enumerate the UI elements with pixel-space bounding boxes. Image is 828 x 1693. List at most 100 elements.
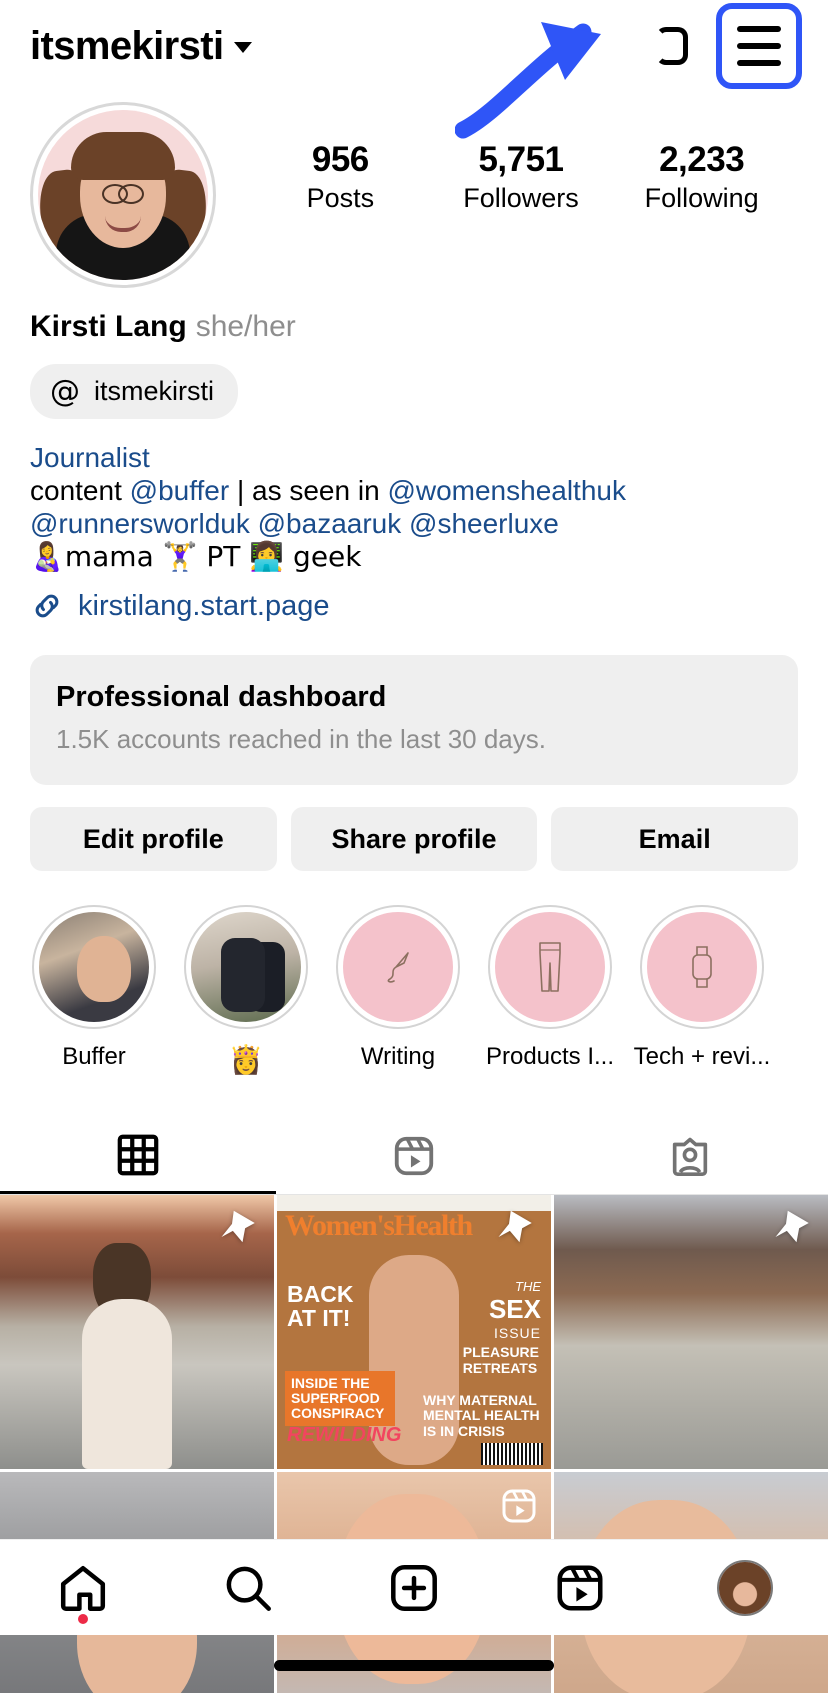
nav-reels[interactable] [535, 1550, 625, 1626]
following-label: Following [644, 183, 759, 214]
nav-create[interactable] [369, 1550, 459, 1626]
home-notification-badge [77, 1613, 88, 1624]
hamburger-menu-button[interactable] [716, 3, 802, 89]
highlight-label: Products I... [485, 1043, 615, 1071]
top-bar: itsmekirsti [0, 0, 828, 139]
posts-count: 956 [311, 140, 369, 179]
post-womens-health-cover[interactable]: Women'sHealth BACK AT IT! THE SEX ISSUE P… [277, 1195, 551, 1470]
avatar-icon [717, 1559, 774, 1616]
pinned-icon [498, 1210, 532, 1243]
tab-tagged[interactable] [552, 1118, 828, 1194]
pronouns: she/her [195, 310, 296, 343]
magazine-pleasure: PLEASURE RETREATS [462, 1344, 539, 1376]
mention-womenshealthuk[interactable]: @womenshealthuk [387, 475, 626, 506]
highlight-princess[interactable]: 👸 [170, 905, 322, 1076]
watch-icon [692, 946, 712, 988]
highlight-tech[interactable]: Tech + revi... [626, 905, 778, 1076]
dashboard-subtitle: 1.5K accounts reached in the last 30 day… [56, 724, 546, 755]
dashboard-title: Professional dashboard [56, 681, 387, 714]
highlight-label: 👸 [228, 1043, 264, 1077]
magazine-superfood: INSIDE THE SUPERFOOD CONSPIRACY [285, 1371, 395, 1427]
reels-icon [557, 1565, 603, 1610]
mag-issue: ISSUE [493, 1325, 541, 1342]
pinned-icon [221, 1210, 255, 1243]
magazine-barcode [481, 1443, 543, 1466]
tagged-icon [672, 1137, 708, 1177]
post-couple-beach[interactable] [554, 1195, 828, 1470]
story-highlights: Buffer 👸 Writing Products I... Tech + re… [0, 905, 828, 1076]
threads-badge-icon[interactable] [648, 21, 694, 71]
avatar[interactable] [30, 102, 216, 288]
highlight-label: Tech + revi... [633, 1043, 771, 1071]
external-link-row[interactable]: kirstilang.start.page [30, 589, 798, 623]
nav-profile[interactable] [700, 1550, 790, 1626]
highlight-label: Writing [360, 1043, 436, 1071]
bio-line-2: content @buffer | as seen in @womensheal… [30, 474, 798, 507]
account-username: itsmekirsti [30, 23, 224, 68]
mag-sex: SEX [488, 1294, 541, 1325]
followers-label: Followers [463, 183, 579, 214]
top-bar-actions [648, 3, 806, 89]
display-name: Kirsti Lang [30, 310, 187, 343]
menu-line-2 [737, 43, 781, 49]
bio-category[interactable]: Journalist [30, 441, 798, 474]
reels-icon [394, 1136, 434, 1176]
threads-chip[interactable]: @ itsmekirsti [30, 364, 238, 419]
threads-handle: itsmekirsti [94, 376, 214, 406]
professional-dashboard-card[interactable]: Professional dashboard 1.5K accounts rea… [30, 655, 798, 786]
magazine-rewilding: REWILDING [287, 1424, 402, 1447]
bio-line2-pre: content [30, 475, 130, 507]
profile-stats: 956 Posts 5,751 Followers 2,233 Followin… [216, 102, 798, 214]
display-name-row: Kirsti Lang she/her [30, 310, 798, 344]
bottom-navigation [0, 1539, 828, 1635]
nav-home[interactable] [38, 1550, 128, 1626]
stat-followers[interactable]: 5,751 Followers [461, 140, 581, 214]
instagram-profile-screen: itsmekirsti 956 Posts 5,751 Followers 2,… [0, 0, 828, 1693]
highlight-products[interactable]: Products I... [474, 905, 626, 1076]
email-button[interactable]: Email [551, 807, 799, 872]
chevron-down-icon[interactable] [233, 41, 252, 53]
mention-buffer[interactable]: @buffer [130, 475, 230, 506]
search-icon [227, 1566, 272, 1611]
stat-posts[interactable]: 956 Posts [280, 140, 400, 214]
share-profile-button[interactable]: Share profile [290, 807, 538, 872]
magazine-sex-issue: THE SEX ISSUE [489, 1279, 541, 1341]
plus-square-icon [391, 1564, 437, 1611]
highlight-writing[interactable]: Writing [322, 905, 474, 1076]
grid-icon [117, 1134, 159, 1175]
profile-tabs [0, 1118, 828, 1196]
bio-line2-mid: | as seen in [229, 475, 388, 507]
tab-reels[interactable] [276, 1118, 552, 1194]
threads-icon: @ [50, 373, 80, 409]
post-beach-sunset[interactable] [0, 1195, 274, 1470]
home-indicator [274, 1660, 554, 1671]
username-dropdown[interactable]: itsmekirsti [30, 24, 252, 69]
pinned-icon [775, 1210, 809, 1243]
home-icon [60, 1565, 105, 1611]
bio-line-4: 👩‍🍼mama 🏋️‍♀️ PT 👩‍💻 geek [30, 540, 362, 574]
posts-label: Posts [306, 183, 375, 214]
stat-following[interactable]: 2,233 Following [642, 140, 762, 214]
mention-bazaaruk[interactable]: @bazaaruk [258, 508, 402, 539]
profile-action-buttons: Edit profile Share profile Email [30, 807, 799, 872]
nav-search[interactable] [203, 1550, 293, 1626]
edit-profile-button[interactable]: Edit profile [30, 807, 277, 872]
bio-text: Journalist content @buffer | as seen in … [30, 441, 798, 573]
followers-count: 5,751 [478, 140, 564, 179]
pen-icon [387, 952, 409, 983]
tab-grid[interactable] [0, 1118, 276, 1195]
menu-line-3 [737, 60, 781, 66]
bio-line-3: @runnersworlduk @bazaaruk @sheerluxe [30, 507, 798, 540]
following-count: 2,233 [659, 140, 745, 179]
mention-sheerluxe[interactable]: @sheerluxe [409, 508, 559, 539]
external-link-text: kirstilang.start.page [78, 589, 330, 622]
leggings-icon [539, 942, 561, 992]
bio-section: Kirsti Lang she/her @ itsmekirsti Journal… [0, 288, 828, 623]
mention-runnersworlduk[interactable]: @runnersworlduk [30, 508, 250, 539]
mag-the: THE [515, 1279, 541, 1295]
menu-line-1 [737, 26, 781, 32]
link-icon [35, 594, 59, 618]
profile-header: 956 Posts 5,751 Followers 2,233 Followin… [0, 92, 828, 288]
highlight-label: Buffer [62, 1043, 126, 1071]
highlight-buffer[interactable]: Buffer [18, 905, 170, 1076]
